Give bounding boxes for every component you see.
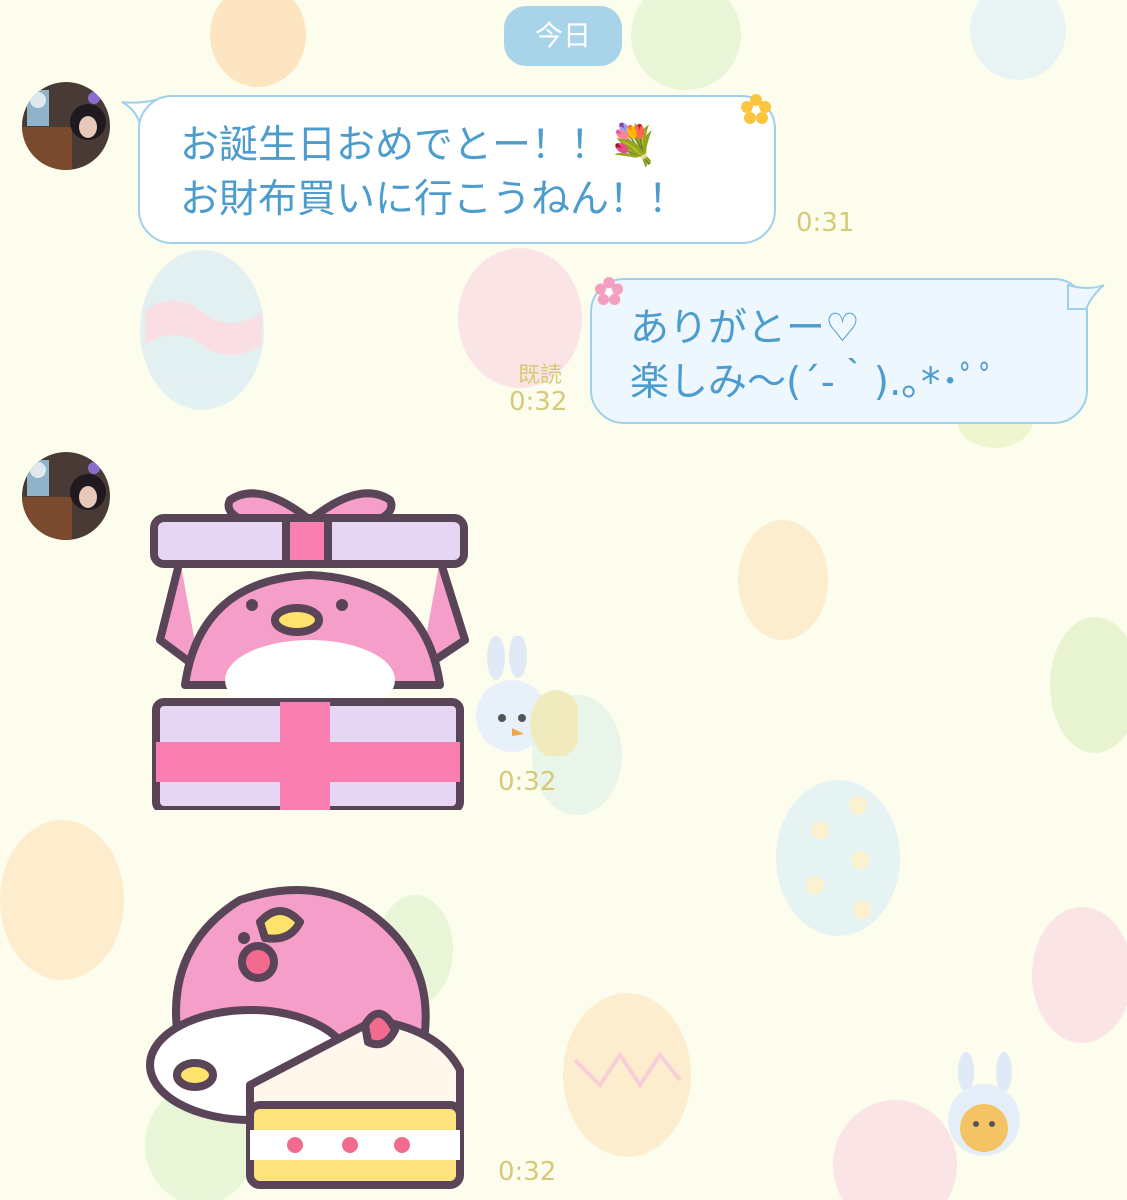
- flower-icon: [741, 94, 771, 124]
- message-line: お誕生日おめでとー！！💐: [180, 123, 658, 168]
- bubble-tail: [1067, 283, 1105, 310]
- message-bubble-outgoing[interactable]: ありがとー♡ 楽しみ〜(´-｀).｡*･ﾟﾟ: [590, 278, 1088, 424]
- avatar[interactable]: [22, 82, 110, 170]
- message-timestamp: 0:32: [498, 1157, 557, 1187]
- message-line: 楽しみ〜(´-｀).｡*･ﾟﾟ: [630, 360, 999, 405]
- bunny-plush-decoration: [476, 636, 578, 756]
- message-line: お財布買いに行こうねん！！: [180, 177, 688, 222]
- pink-bird-strawberry-cake-sticker[interactable]: [140, 880, 480, 1190]
- bunny-plush-decoration: [948, 1052, 1020, 1156]
- read-status: 既読: [518, 363, 563, 388]
- message-timestamp: 0:31: [796, 208, 855, 238]
- flower-icon: [594, 276, 624, 306]
- message-line: ありがとー♡: [630, 306, 860, 351]
- pink-bird-gift-box-sticker[interactable]: [140, 480, 480, 810]
- message-timestamp: 0:32: [498, 767, 557, 797]
- date-divider: 今日: [504, 6, 622, 66]
- message-bubble-incoming[interactable]: お誕生日おめでとー！！💐 お財布買いに行こうねん！！: [138, 95, 776, 244]
- avatar[interactable]: [22, 452, 110, 540]
- message-timestamp: 0:32: [509, 387, 568, 417]
